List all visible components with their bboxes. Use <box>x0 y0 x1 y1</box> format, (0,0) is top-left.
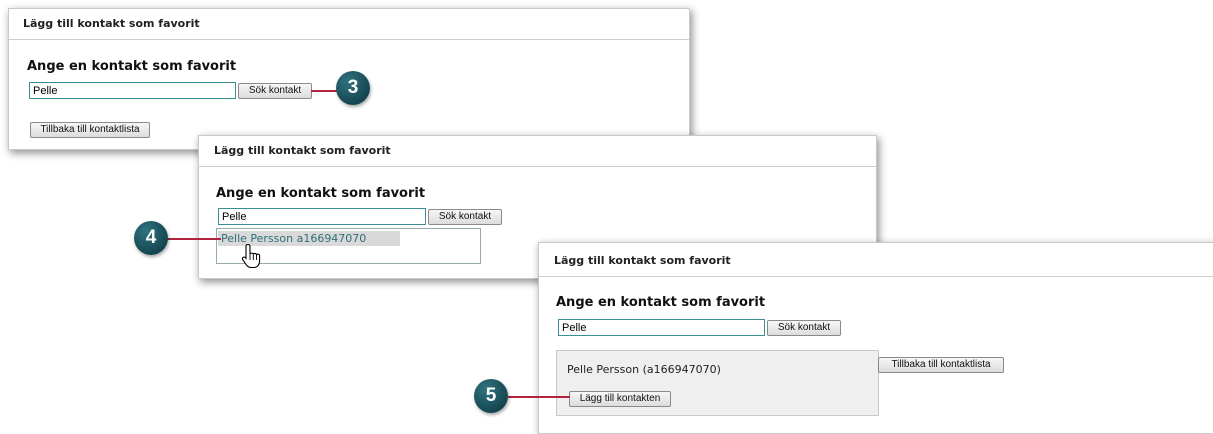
dialog-title: Lägg till kontakt som favorit <box>23 17 200 30</box>
step-5-badge: 5 <box>474 379 508 413</box>
section-heading: Ange en kontakt som favorit <box>556 295 766 310</box>
selected-contact-label: Pelle Persson (a166947070) <box>567 363 721 376</box>
step-4-badge: 4 <box>134 221 168 255</box>
title-divider <box>539 276 1213 277</box>
title-divider <box>9 39 689 40</box>
dialog-title: Lägg till kontakt som favorit <box>214 144 391 157</box>
add-contact-button[interactable]: Lägg till kontakten <box>569 391 671 407</box>
search-contact-button[interactable]: Sök kontakt <box>238 83 312 99</box>
step-3-badge: 3 <box>336 71 370 105</box>
contact-search-input[interactable] <box>29 82 236 99</box>
search-contact-button[interactable]: Sök kontakt <box>428 209 502 225</box>
dialog-title: Lägg till kontakt som favorit <box>554 254 731 267</box>
callout-line-3 <box>311 90 339 92</box>
contact-search-input[interactable] <box>218 208 426 225</box>
callout-line-5 <box>508 396 570 398</box>
hand-pointer-icon <box>241 243 263 269</box>
contact-search-input[interactable] <box>558 319 765 336</box>
favorite-dialog-step5: Lägg till kontakt som favorit Ange en ko… <box>538 242 1213 434</box>
back-to-contacts-button[interactable]: Tillbaka till kontaktlista <box>878 357 1004 373</box>
callout-line-4 <box>167 238 221 240</box>
section-heading: Ange en kontakt som favorit <box>216 186 426 201</box>
search-contact-button[interactable]: Sök kontakt <box>767 320 841 336</box>
back-to-contacts-button[interactable]: Tillbaka till kontaktlista <box>30 122 150 138</box>
title-divider <box>199 166 876 167</box>
section-heading: Ange en kontakt som favorit <box>27 59 237 74</box>
